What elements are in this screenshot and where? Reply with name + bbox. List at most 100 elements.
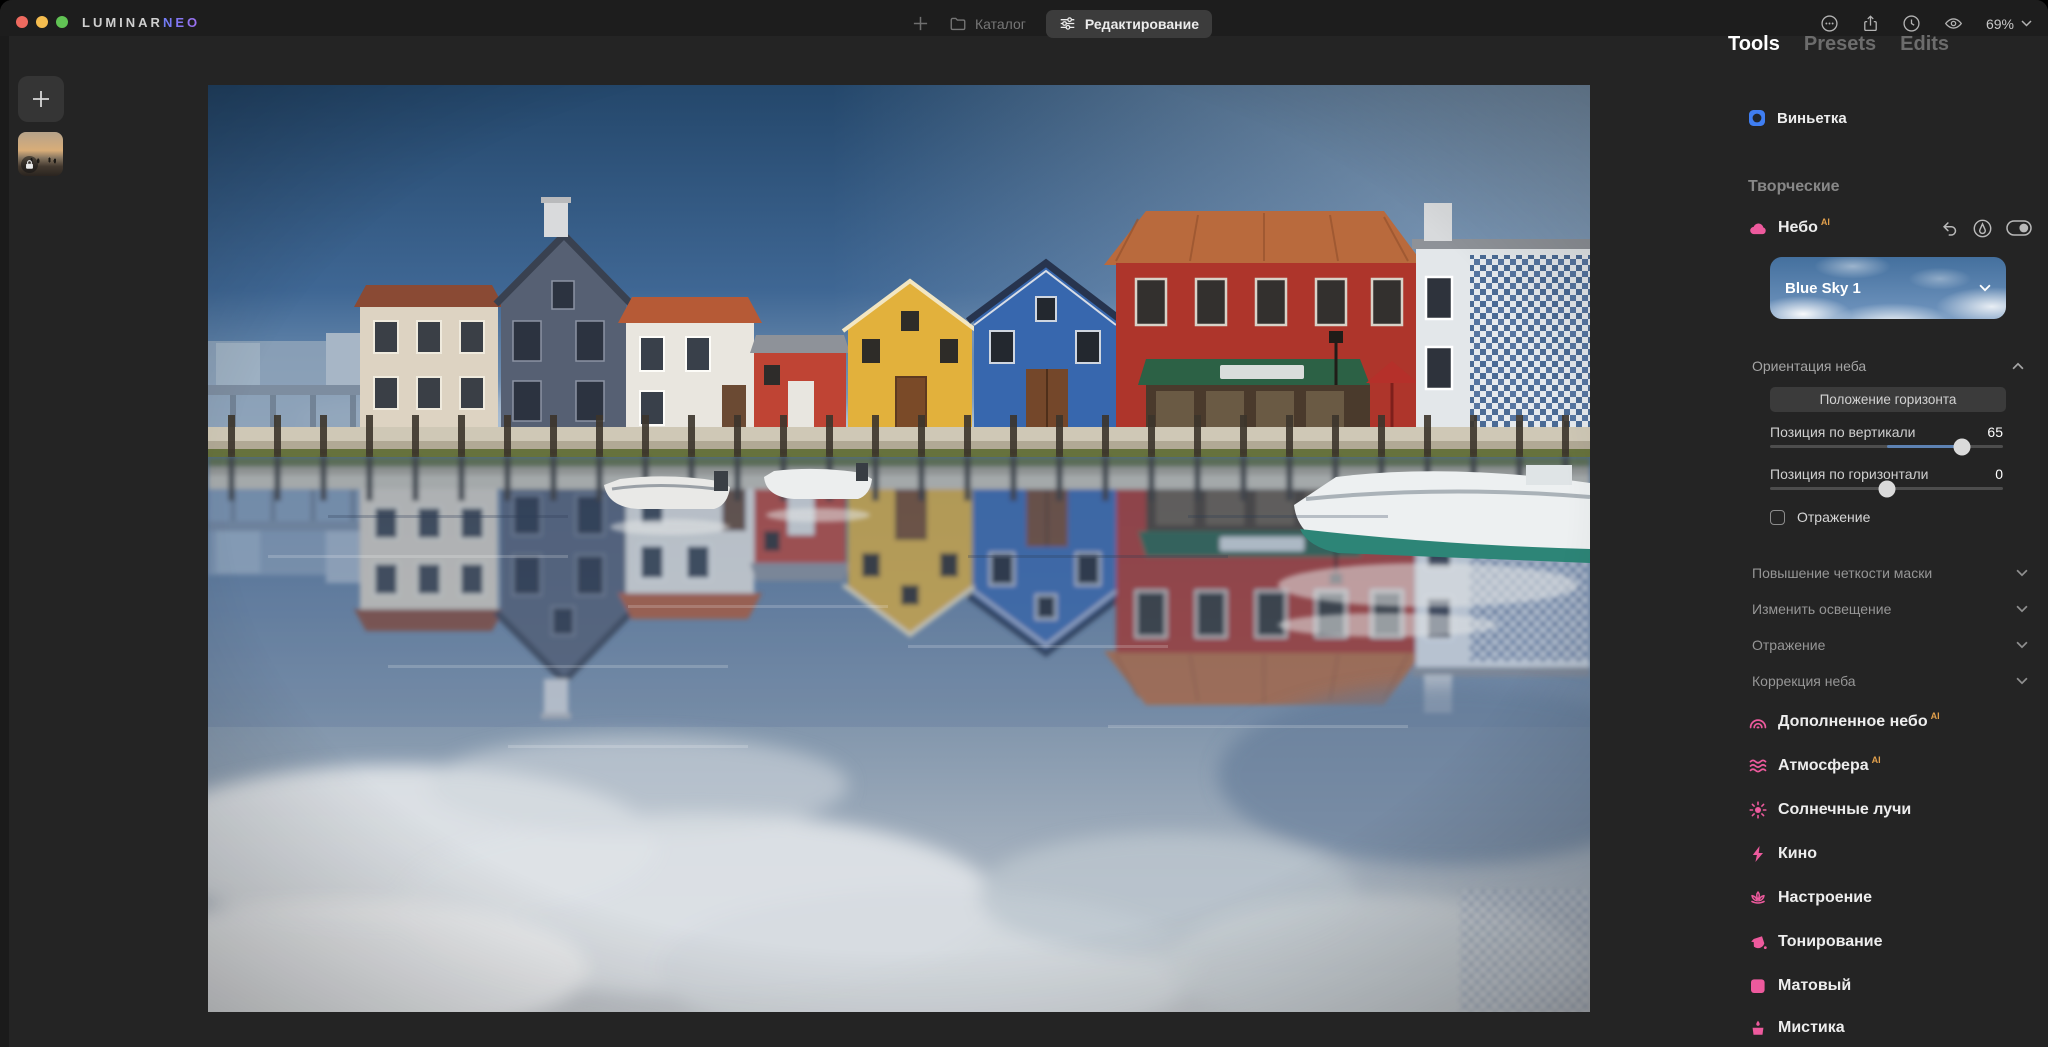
tool-row-augmented-sky[interactable]: Дополненное небо AI [1690, 709, 2048, 735]
tool-visibility-toggle[interactable] [2006, 220, 2032, 236]
rainbow-icon [1748, 712, 1768, 732]
tool-row-sunrays[interactable]: Солнечные лучи [1690, 797, 2048, 823]
add-image-button[interactable] [912, 15, 929, 32]
section-sky-correction[interactable]: Коррекция неба [1690, 668, 2048, 694]
ai-badge: AI [1872, 755, 1881, 765]
vertical-position-label: Позиция по вертикали [1770, 424, 1915, 440]
checkbox-unchecked[interactable] [1770, 510, 1785, 525]
sky-tool-label: Небо [1778, 219, 1818, 237]
lock-icon [24, 159, 35, 170]
window-controls [16, 16, 68, 28]
ai-badge: AI [1931, 711, 1940, 721]
tool-row-mood[interactable]: Настроение [1690, 885, 2048, 911]
tool-row-vignette[interactable]: Виньетка [1690, 105, 2048, 131]
slider-thumb[interactable] [1878, 480, 1895, 497]
filmstrip-thumbnail[interactable] [18, 132, 63, 176]
section-mask-refinement[interactable]: Повышение четкости маски [1690, 560, 2048, 586]
tool-row-mystic[interactable]: Мистика [1690, 1015, 2048, 1041]
chevron-down-icon [2016, 641, 2028, 649]
photo-canvas[interactable] [208, 85, 1590, 1012]
section-relight[interactable]: Изменить освещение [1690, 596, 2048, 622]
tool-label: Тонирование [1778, 933, 1883, 951]
logo-luminar: LUMINAR [82, 15, 163, 30]
sky-preset-value: Blue Sky 1 [1785, 280, 1861, 297]
window-left-edge [0, 36, 9, 1047]
candle-icon [1748, 1018, 1768, 1038]
chevron-down-icon [1979, 284, 1991, 292]
cloud-icon [1748, 218, 1768, 238]
app-logo: LUMINARNEO [82, 15, 200, 30]
tool-row-sky[interactable]: Небо AI [1690, 215, 2048, 241]
tool-label: Кино [1778, 845, 1817, 863]
section-creative-label: Творческие [1748, 178, 1840, 196]
tool-label: Атмосфера [1778, 757, 1869, 775]
mask-pen-icon [1972, 218, 1993, 239]
section-label: Повышение четкости маски [1752, 565, 1932, 581]
tab-presets[interactable]: Presets [1804, 33, 1876, 56]
section-label: Изменить освещение [1752, 601, 1891, 617]
sky-preset-dropdown[interactable]: Blue Sky 1 [1770, 257, 2006, 319]
vertical-position-value: 65 [1987, 424, 2003, 440]
vignette-label: Виньетка [1777, 110, 1847, 127]
tab-edit[interactable]: Редактирование [1046, 10, 1212, 38]
horizontal-position-value: 0 [1995, 466, 2003, 482]
undo-icon [1940, 219, 1959, 238]
photo [208, 85, 1590, 1012]
reflection-checkbox-label: Отражение [1797, 509, 1870, 525]
matte-icon [1748, 976, 1768, 996]
sun-rays-icon [1748, 800, 1768, 820]
lotus-icon [1748, 888, 1768, 908]
lock-badge [21, 156, 38, 173]
sliders-icon [1059, 15, 1076, 32]
add-photo-button[interactable] [18, 76, 64, 122]
section-label: Отражение [1752, 637, 1825, 653]
horizontal-position-slider[interactable] [1770, 487, 2003, 490]
chevron-up-icon [2012, 362, 2024, 370]
sky-orientation-label: Ориентация неба [1752, 358, 1866, 374]
horizon-position-button[interactable]: Положение горизонта [1770, 387, 2006, 412]
slider-thumb[interactable] [1954, 438, 1971, 455]
plus-icon [912, 15, 929, 32]
tool-row-toning[interactable]: Тонирование [1690, 929, 2048, 955]
chevron-down-icon [2016, 605, 2028, 613]
reflection-checkbox-row[interactable]: Отражение [1770, 509, 1870, 525]
waves-icon [1748, 756, 1768, 776]
vertical-position-slider[interactable] [1770, 445, 2003, 448]
chevron-down-icon [2016, 569, 2028, 577]
sidebar-tabs: Tools Presets Edits [1728, 33, 1949, 56]
edit-sidebar: Tools Presets Edits Виньетка Творческие … [1690, 0, 2048, 1047]
slider-fill [1887, 445, 1963, 448]
tool-row-atmosphere[interactable]: Атмосфера AI [1690, 753, 2048, 779]
tool-row-matte[interactable]: Матовый [1690, 973, 2048, 999]
tab-edits[interactable]: Edits [1900, 33, 1949, 56]
tab-catalog[interactable]: Каталог [949, 15, 1026, 33]
tool-label: Матовый [1778, 977, 1851, 995]
luminar-neo-window: LUMINARNEO Каталог Редактирование [0, 0, 2048, 1047]
tool-label: Мистика [1778, 1019, 1845, 1037]
sky-orientation-header[interactable]: Ориентация неба [1690, 353, 2048, 379]
close-window-button[interactable] [16, 16, 28, 28]
folder-icon [949, 15, 967, 33]
logo-neo: NEO [163, 15, 200, 30]
section-reflection[interactable]: Отражение [1690, 632, 2048, 658]
vignette-icon [1747, 108, 1767, 128]
reset-tool-button[interactable] [1940, 219, 1959, 238]
minimize-window-button[interactable] [36, 16, 48, 28]
tab-edit-label: Редактирование [1085, 16, 1199, 32]
toggle-icon [2006, 220, 2032, 236]
tool-label: Солнечные лучи [1778, 801, 1911, 819]
horizontal-position-label: Позиция по горизонтали [1770, 466, 1929, 482]
plus-icon [30, 88, 52, 110]
bolt-icon [1748, 844, 1768, 864]
paint-bucket-icon [1748, 932, 1768, 952]
tool-label: Настроение [1778, 889, 1872, 907]
maximize-window-button[interactable] [56, 16, 68, 28]
mask-button[interactable] [1972, 218, 1993, 239]
section-label: Коррекция неба [1752, 673, 1856, 689]
tab-tools[interactable]: Tools [1728, 33, 1780, 56]
chevron-down-icon [2016, 677, 2028, 685]
section-creative: Творческие [1690, 174, 2048, 200]
ai-badge: AI [1821, 217, 1830, 227]
tool-label: Дополненное небо [1778, 713, 1928, 731]
tool-row-cinema[interactable]: Кино [1690, 841, 2048, 867]
